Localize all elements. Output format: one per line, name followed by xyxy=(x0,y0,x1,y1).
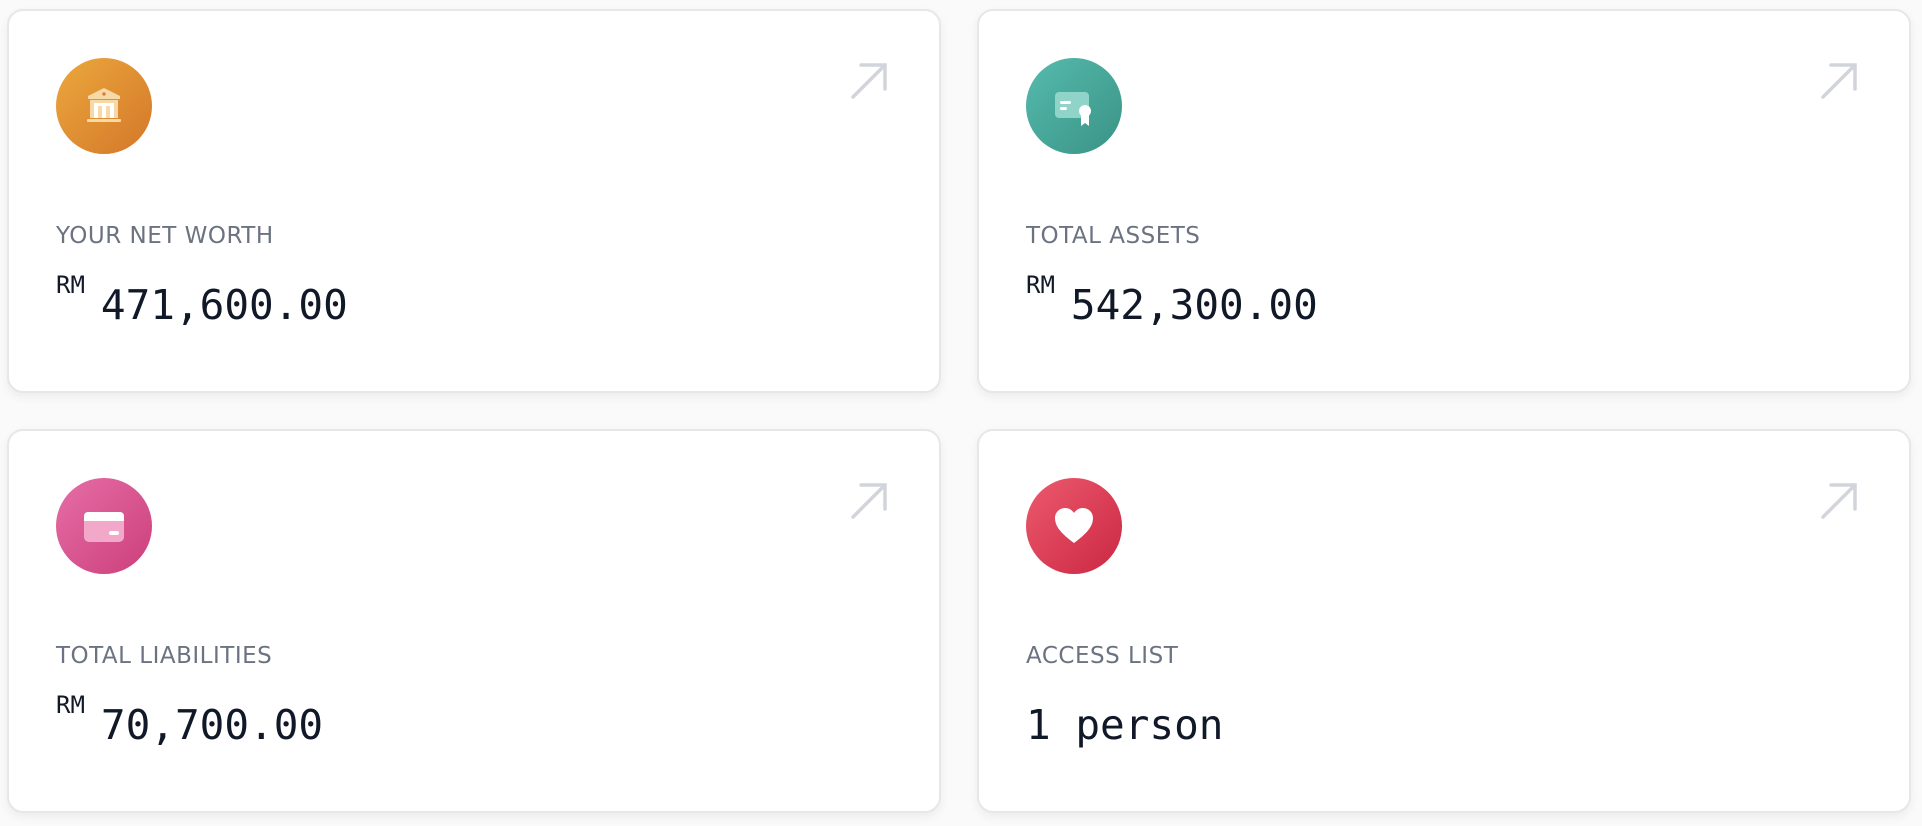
card-value: RM 471,600.00 xyxy=(56,269,348,329)
amount-value: 471,600.00 xyxy=(100,281,348,329)
heart-icon xyxy=(1026,478,1122,574)
total-assets-card[interactable]: TOTAL ASSETS RM 542,300.00 xyxy=(977,9,1911,393)
currency-label: RM xyxy=(56,691,85,719)
access-list-card[interactable]: ACCESS LIST 1 person xyxy=(977,429,1911,813)
access-count-value: 1 person xyxy=(1026,701,1224,749)
card-label: TOTAL ASSETS xyxy=(1026,223,1201,249)
card-value: 1 person xyxy=(1026,689,1223,749)
currency-label: RM xyxy=(56,271,85,299)
card-label: YOUR NET WORTH xyxy=(56,223,274,249)
arrow-up-right-icon[interactable] xyxy=(1819,61,1859,101)
bank-icon xyxy=(56,58,152,154)
certificate-icon xyxy=(1026,58,1122,154)
card-label: ACCESS LIST xyxy=(1026,643,1179,669)
amount-value: 70,700.00 xyxy=(100,701,324,749)
currency-label: RM xyxy=(1026,271,1055,299)
card-label: TOTAL LIABILITIES xyxy=(56,643,273,669)
card-value: RM 70,700.00 xyxy=(56,689,323,749)
net-worth-card[interactable]: YOUR NET WORTH RM 471,600.00 xyxy=(7,9,941,393)
amount-value: 542,300.00 xyxy=(1070,281,1318,329)
summary-grid: YOUR NET WORTH RM 471,600.00 TOTAL ASSET… xyxy=(0,0,1922,826)
credit-card-icon xyxy=(56,478,152,574)
total-liabilities-card[interactable]: TOTAL LIABILITIES RM 70,700.00 xyxy=(7,429,941,813)
arrow-up-right-icon[interactable] xyxy=(1819,481,1859,521)
card-value: RM 542,300.00 xyxy=(1026,269,1318,329)
arrow-up-right-icon[interactable] xyxy=(849,61,889,101)
arrow-up-right-icon[interactable] xyxy=(849,481,889,521)
